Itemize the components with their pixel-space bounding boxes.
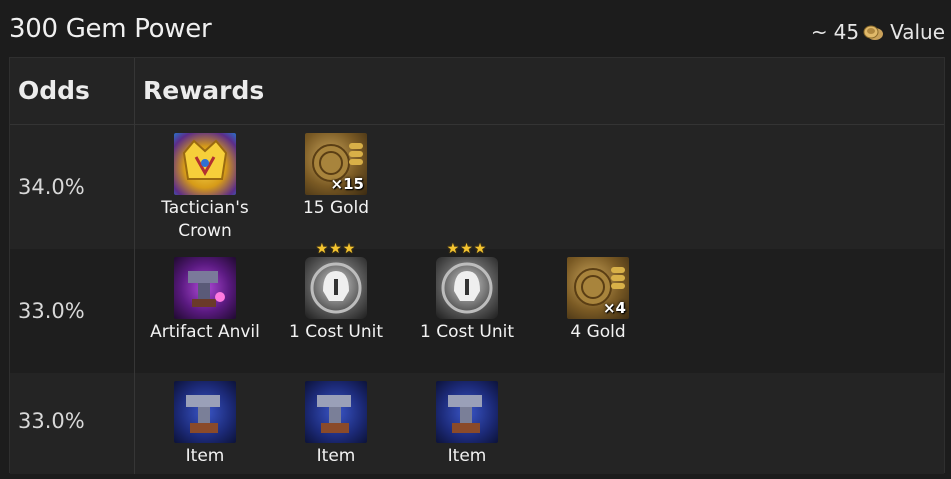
item-anvil-icon — [436, 381, 498, 443]
header: 300 Gem Power ~ 45 Value — [0, 0, 951, 57]
gold-coin-icon: ×4 — [567, 257, 629, 319]
unit-helmet-icon: ★★★ — [305, 241, 367, 319]
value-indicator: ~ 45 Value — [811, 20, 945, 44]
reward-label: Tactician's Crown — [161, 198, 249, 241]
reward-label: Item — [185, 446, 225, 466]
reward-label: 1 Cost Unit — [288, 322, 384, 342]
reward-item[interactable]: ×15 15 Gold — [271, 133, 401, 220]
quantity-badge: ×4 — [602, 299, 626, 317]
odds-value: 33.0% — [18, 299, 85, 323]
coin-stack-icon — [862, 23, 884, 41]
reward-label: Item — [316, 446, 356, 466]
item-anvil-icon — [174, 381, 236, 443]
column-header-rewards: Rewards — [143, 76, 265, 105]
column-divider — [134, 58, 135, 474]
unit-helmet-icon: ★★★ — [436, 241, 498, 319]
value-suffix: Value — [890, 20, 945, 44]
star-rating: ★★★ — [315, 241, 357, 257]
gold-coin-icon: ×15 — [305, 133, 367, 195]
reward-item[interactable]: Item — [140, 381, 270, 468]
reward-label: 1 Cost Unit — [419, 322, 515, 342]
reward-label: Item — [447, 446, 487, 466]
value-prefix: ~ — [810, 20, 828, 44]
star-rating: ★★★ — [446, 241, 488, 257]
table-header: Odds Rewards — [10, 58, 944, 125]
table-row: 33.0% Item Item Item — [10, 373, 944, 474]
reward-item[interactable]: Item — [402, 381, 532, 468]
quantity-badge: ×15 — [330, 175, 364, 193]
table-row: 34.0% Tactician's Crown ×15 15 Gold — [10, 125, 944, 249]
reward-label: Artifact Anvil — [150, 322, 260, 342]
reward-item[interactable]: ×4 4 Gold — [533, 257, 663, 344]
reward-item[interactable]: Item — [271, 381, 401, 468]
column-header-odds: Odds — [18, 76, 90, 105]
reward-item[interactable]: ★★★ 1 Cost Unit — [271, 241, 401, 344]
reward-item[interactable]: ★★★ 1 Cost Unit — [402, 241, 532, 344]
page-title: 300 Gem Power — [9, 14, 212, 44]
reward-item[interactable]: Artifact Anvil — [140, 257, 270, 344]
tacticians-crown-icon — [174, 133, 236, 195]
item-anvil-icon — [305, 381, 367, 443]
reward-label: 4 Gold — [570, 322, 626, 342]
reward-item[interactable]: Tactician's Crown — [140, 133, 270, 243]
odds-table: Odds Rewards 34.0% Tactician's Crown ×15… — [9, 57, 945, 474]
table-row: 33.0% Artifact Anvil ★★★ 1 Cost Unit ★★★… — [10, 241, 944, 373]
reward-label: 15 Gold — [302, 198, 370, 218]
artifact-anvil-icon — [174, 257, 236, 319]
value-amount: 45 — [833, 20, 860, 44]
odds-value: 34.0% — [18, 175, 85, 199]
odds-value: 33.0% — [18, 409, 85, 433]
